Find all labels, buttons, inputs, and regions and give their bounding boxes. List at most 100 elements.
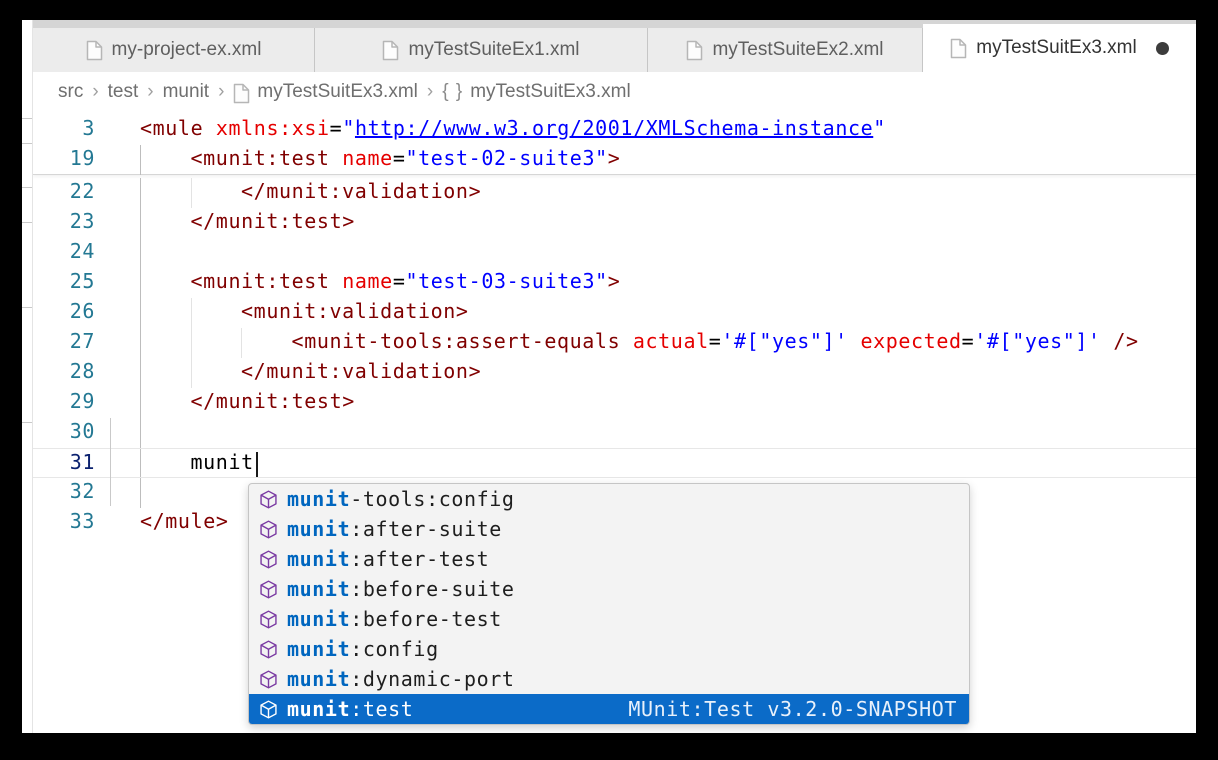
line-number[interactable]: 3 bbox=[51, 116, 95, 140]
line-number[interactable]: 25 bbox=[51, 269, 95, 293]
code-token: = bbox=[393, 146, 406, 170]
code-line-24[interactable]: 24 bbox=[33, 238, 1196, 268]
suggestion-match: munit bbox=[287, 607, 350, 631]
code-token: '#["yes"]' bbox=[974, 329, 1100, 353]
indent-guide bbox=[140, 478, 141, 508]
indent-guide bbox=[191, 298, 192, 328]
suggestion-munit:after-suite[interactable]: munit:after-suite bbox=[249, 514, 969, 544]
chevron-right-icon: › bbox=[138, 81, 162, 103]
code-line-28[interactable]: 28</munit:validation> bbox=[33, 358, 1196, 388]
line-number[interactable]: 27 bbox=[51, 329, 95, 353]
indent-guide bbox=[140, 208, 141, 238]
indent-guide bbox=[140, 418, 141, 448]
code-line-text: </munit:test> bbox=[191, 209, 355, 233]
suggestion-munit:dynamic-port[interactable]: munit:dynamic-port bbox=[249, 664, 969, 694]
tab-myTestSuitEx3.xml[interactable]: myTestSuitEx3.xml bbox=[923, 24, 1196, 72]
code-token: " bbox=[342, 116, 355, 140]
line-number[interactable]: 33 bbox=[51, 509, 95, 533]
chevron-right-icon: › bbox=[83, 81, 107, 103]
code-line-27[interactable]: 27 <munit-tools:assert-equals actual='#["… bbox=[33, 328, 1196, 358]
symbol-cube-icon bbox=[258, 579, 279, 600]
indent-guide bbox=[140, 388, 141, 418]
suggestion-match: munit bbox=[287, 487, 350, 511]
code-token bbox=[330, 269, 343, 293]
code-line-23[interactable]: 23 </munit:test> bbox=[33, 208, 1196, 238]
indent-guide bbox=[140, 358, 141, 388]
tab-myTestSuiteEx2.xml[interactable]: myTestSuiteEx2.xml bbox=[648, 28, 923, 72]
breadcrumb-item-src[interactable]: src bbox=[58, 81, 83, 103]
suggestion-munit-tools:config[interactable]: munit-tools:config bbox=[249, 484, 969, 514]
tab-my-project-ex.xml[interactable]: my-project-ex.xml bbox=[33, 28, 315, 72]
suggestion-munit:before-test[interactable]: munit:before-test bbox=[249, 604, 969, 634]
indent-guide bbox=[140, 238, 141, 268]
suggestion-munit:config[interactable]: munit:config bbox=[249, 634, 969, 664]
code-line-text: <munit:test name="test-03-suite3"> bbox=[191, 269, 621, 293]
breadcrumb-item-test[interactable]: test bbox=[108, 81, 139, 103]
code-line-22[interactable]: 22</munit:validation> bbox=[33, 178, 1196, 208]
tab-label: myTestSuiteEx2.xml bbox=[712, 39, 883, 61]
suggestion-rest: :after-test bbox=[350, 547, 489, 571]
breadcrumb-item-symbol[interactable]: myTestSuitEx3.xml bbox=[470, 81, 630, 103]
tab-myTestSuiteEx1.xml[interactable]: myTestSuiteEx1.xml bbox=[315, 28, 648, 72]
line-number[interactable]: 24 bbox=[51, 239, 95, 263]
code-line-31[interactable]: 31munit bbox=[33, 448, 1196, 478]
line-number[interactable]: 26 bbox=[51, 299, 95, 323]
sticky-scroll: 3 <mule xmlns:xsi="http://www.w3.org/2001… bbox=[33, 115, 1196, 175]
sliver-mark bbox=[22, 307, 32, 308]
code-token: = bbox=[330, 116, 343, 140]
breadcrumb-item-munit[interactable]: munit bbox=[163, 81, 209, 103]
code-token: <munit-tools:assert-equals bbox=[292, 329, 621, 353]
file-icon bbox=[233, 83, 250, 104]
indent-guide bbox=[140, 298, 141, 328]
code-line-30[interactable]: 30 bbox=[33, 418, 1196, 448]
suggestion-munit:test[interactable]: munit:testMUnit:Test v3.2.0-SNAPSHOT bbox=[249, 694, 969, 724]
code-token bbox=[620, 329, 633, 353]
suggestion-label: munit:dynamic-port bbox=[287, 667, 515, 691]
code-token: expected bbox=[860, 329, 961, 353]
code-token: <munit:test bbox=[191, 146, 330, 170]
suggestion-label: munit:after-suite bbox=[287, 517, 502, 541]
code-line-text: <munit:validation> bbox=[241, 299, 469, 323]
indent-guide bbox=[140, 178, 141, 208]
suggestion-munit:before-suite[interactable]: munit:before-suite bbox=[249, 574, 969, 604]
sliver-mark bbox=[22, 222, 32, 223]
code-line-3[interactable]: 3 <mule xmlns:xsi="http://www.w3.org/2001… bbox=[33, 115, 1196, 145]
code-token bbox=[848, 329, 861, 353]
code-token: </munit:test> bbox=[191, 209, 355, 233]
suggestion-rest: :test bbox=[350, 697, 413, 721]
code-line-text: <munit-tools:assert-equals actual='#["ye… bbox=[292, 329, 1139, 353]
code-token: </munit:test> bbox=[191, 389, 355, 413]
suggestion-label: munit:config bbox=[287, 637, 439, 661]
chevron-right-icon: › bbox=[418, 81, 442, 103]
suggestion-match: munit bbox=[287, 637, 350, 661]
line-number[interactable]: 19 bbox=[51, 146, 95, 170]
code-token: xmlns:xsi bbox=[216, 116, 330, 140]
suggestion-rest: :before-test bbox=[350, 607, 502, 631]
indent-guide bbox=[191, 178, 192, 208]
code-token: </mule> bbox=[140, 509, 229, 533]
indent-guide bbox=[241, 328, 242, 358]
line-number[interactable]: 32 bbox=[51, 479, 95, 503]
breadcrumb: src›test›munit›myTestSuitEx3.xml›{ }myTe… bbox=[33, 72, 1196, 112]
line-number[interactable]: 23 bbox=[51, 209, 95, 233]
indent-guide bbox=[191, 358, 192, 388]
code-token: <mule bbox=[140, 116, 203, 140]
autocomplete-dropdown: munit-tools:config munit:after-suite munit… bbox=[248, 483, 970, 725]
line-number[interactable]: 30 bbox=[51, 419, 95, 443]
code-token bbox=[203, 116, 216, 140]
gutter-fold-guide bbox=[110, 418, 111, 506]
sliver-mark bbox=[22, 422, 32, 423]
code-line-19[interactable]: 19<munit:test name="test-02-suite3"> bbox=[33, 145, 1196, 175]
line-number[interactable]: 29 bbox=[51, 389, 95, 413]
breadcrumb-item-file[interactable]: myTestSuitEx3.xml bbox=[257, 81, 417, 103]
line-number[interactable]: 28 bbox=[51, 359, 95, 383]
line-number[interactable]: 22 bbox=[51, 179, 95, 203]
code-line-26[interactable]: 26 <munit:validation> bbox=[33, 298, 1196, 328]
code-line-25[interactable]: 25 <munit:test name="test-03-suite3"> bbox=[33, 268, 1196, 298]
text-cursor bbox=[256, 452, 258, 477]
code-line-text: <mule xmlns:xsi="http://www.w3.org/2001/… bbox=[140, 116, 886, 140]
suggestion-match: munit bbox=[287, 667, 350, 691]
code-line-29[interactable]: 29 </munit:test> bbox=[33, 388, 1196, 418]
suggestion-munit:after-test[interactable]: munit:after-test bbox=[249, 544, 969, 574]
line-number[interactable]: 31 bbox=[51, 450, 95, 474]
